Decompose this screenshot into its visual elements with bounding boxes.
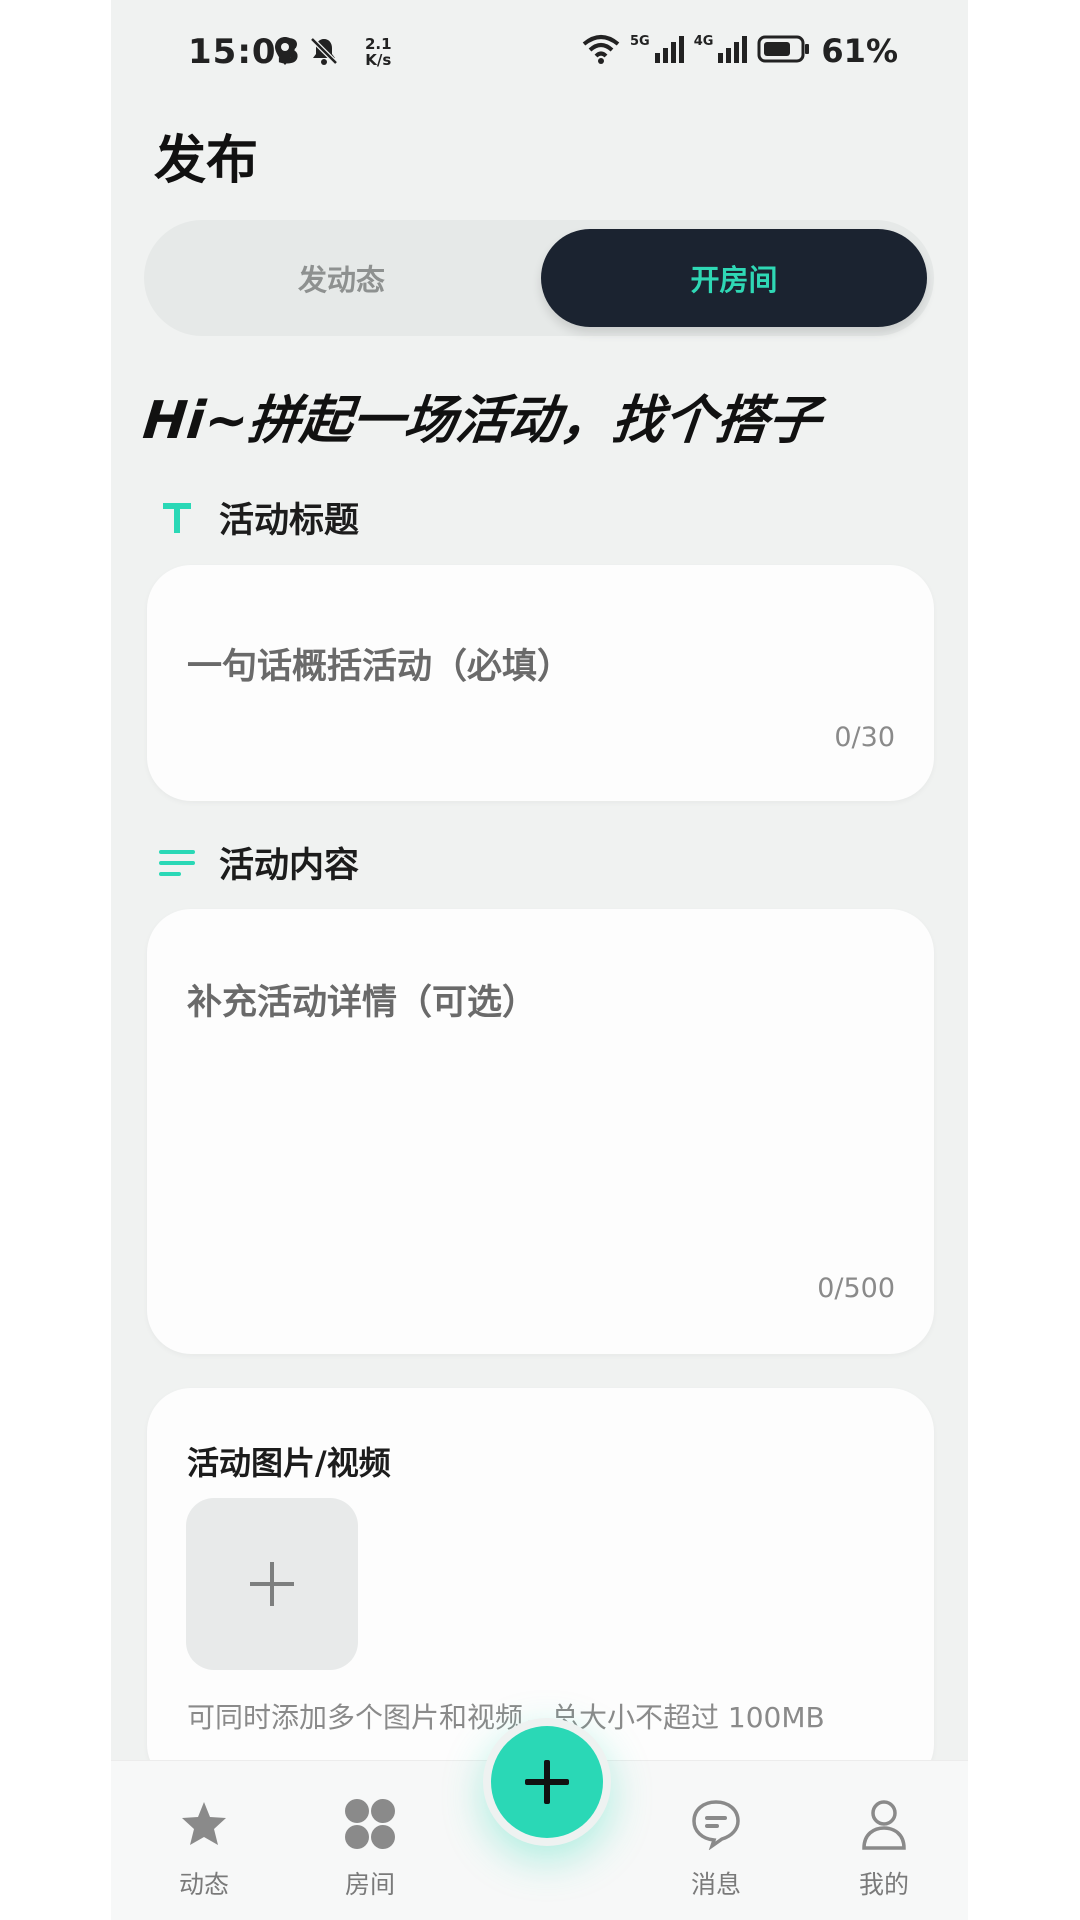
wifi-icon	[582, 34, 620, 68]
nav-item-me[interactable]: 我的	[829, 1789, 939, 1901]
signal-icon	[654, 35, 684, 67]
title-section-header: 活动标题	[157, 492, 359, 543]
speed-value: 2.1	[365, 35, 392, 53]
nav-label: 我的	[858, 1870, 909, 1899]
content-section-label: 活动内容	[219, 846, 360, 886]
lines-icon	[157, 843, 197, 883]
status-right: 5G 4G 61%	[582, 32, 898, 70]
signal-icon	[717, 35, 748, 67]
nav-item-moments[interactable]: 动态	[149, 1789, 259, 1901]
status-bar: 15:03 2.1 K/s 5G 4G 61%	[111, 0, 968, 105]
nav-item-messages[interactable]: 消息	[661, 1789, 771, 1901]
chat-icon	[661, 1789, 771, 1859]
headline: Hi~拼起一场活动，找个搭子	[140, 391, 824, 451]
activity-content-input[interactable]: 补充活动详情（可选） 0/500	[147, 909, 934, 1354]
nav-label: 动态	[178, 1870, 229, 1899]
activity-content-counter: 0/500	[817, 1273, 895, 1304]
activity-content-placeholder: 补充活动详情（可选）	[187, 983, 538, 1023]
activity-title-input[interactable]: 一句话概括活动（必填） 0/30	[147, 565, 934, 801]
tab-open-room[interactable]: 开房间	[541, 229, 927, 327]
media-section-label: 活动图片/视频	[187, 1444, 391, 1482]
app-screen: 15:03 2.1 K/s 5G 4G 61% 发布 发动态 开房间 Hi~拼起…	[111, 0, 968, 1920]
location-icon	[273, 36, 297, 70]
plus-icon	[250, 1562, 294, 1606]
title-section-label: 活动标题	[219, 501, 360, 541]
plus-icon	[525, 1760, 569, 1804]
network-5g-label: 5G	[629, 33, 650, 49]
page-title: 发布	[154, 131, 259, 191]
activity-title-counter: 0/30	[834, 722, 895, 753]
text-t-icon	[157, 498, 197, 538]
add-media-button[interactable]	[186, 1498, 358, 1670]
network-speed: 2.1 K/s	[365, 36, 392, 68]
bell-muted-icon	[309, 36, 339, 70]
content-section-header: 活动内容	[157, 837, 359, 888]
publish-fab-container	[483, 1718, 611, 1846]
publish-fab-button[interactable]	[491, 1726, 603, 1838]
media-hint: 可同时添加多个图片和视频，总大小不超过 100MB	[187, 1701, 825, 1734]
tab-post-moment[interactable]: 发动态	[144, 220, 539, 336]
battery-percent: 61%	[821, 32, 898, 70]
star-icon	[149, 1789, 259, 1859]
activity-title-placeholder: 一句话概括活动（必填）	[187, 647, 573, 687]
nav-label: 房间	[344, 1870, 395, 1899]
speed-unit: K/s	[365, 51, 392, 69]
person-icon	[829, 1789, 939, 1859]
nav-item-rooms[interactable]: 房间	[315, 1789, 425, 1901]
nav-label: 消息	[690, 1870, 741, 1899]
network-4g-label: 4G	[693, 33, 714, 49]
battery-icon	[757, 35, 811, 67]
publish-type-switch: 发动态 开房间	[144, 220, 934, 336]
clover-icon	[315, 1789, 425, 1859]
